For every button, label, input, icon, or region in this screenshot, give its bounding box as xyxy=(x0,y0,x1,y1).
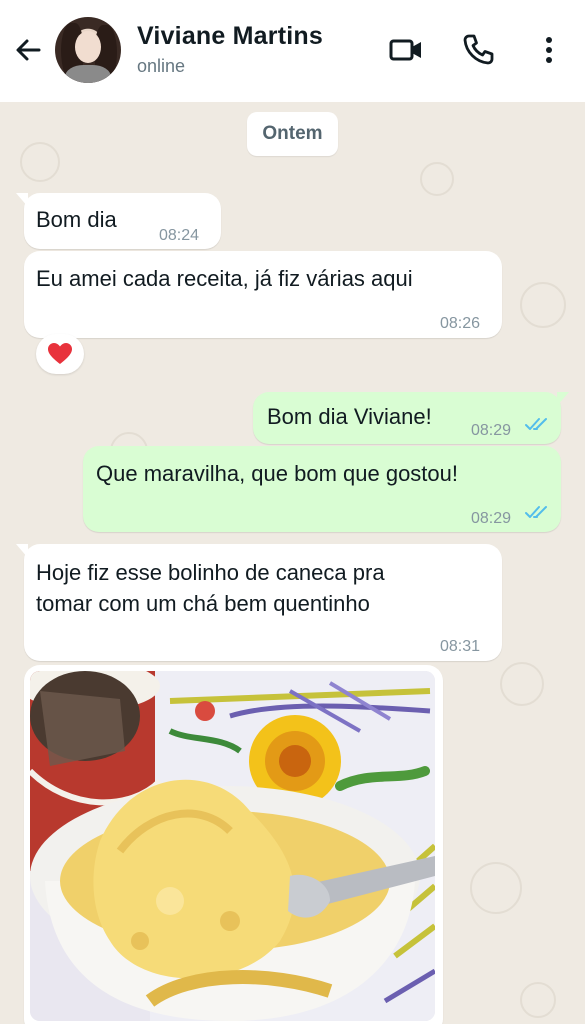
arrow-left-icon[interactable] xyxy=(12,34,44,66)
reaction-badge[interactable] xyxy=(36,334,84,374)
message-incoming[interactable]: Hoje fiz esse bolinho de caneca pra toma… xyxy=(16,544,502,661)
message-text: Que maravilha, que bom que gostou! xyxy=(96,461,459,486)
message-outgoing[interactable]: Que maravilha, que bom que gostou! 08:29 xyxy=(83,446,561,532)
contact-name[interactable]: Viviane Martins xyxy=(137,22,323,51)
avatar[interactable] xyxy=(55,17,121,83)
message-text: Bom dia xyxy=(36,207,117,232)
heart-icon xyxy=(48,343,72,364)
message-text: Bom dia Viviane! xyxy=(267,404,432,429)
message-incoming[interactable]: Bom dia 08:24 xyxy=(16,193,221,249)
contact-status: online xyxy=(137,56,186,76)
message-time: 08:26 xyxy=(440,315,481,332)
message-time: 08:29 xyxy=(471,510,512,527)
message-image[interactable] xyxy=(24,665,443,1024)
chat-header: Viviane Martins online xyxy=(0,0,585,102)
message-time: 08:29 xyxy=(471,422,512,439)
message-text-line: tomar com um chá bem quentinho xyxy=(36,591,370,616)
message-text-line: Hoje fiz esse bolinho de caneca pra xyxy=(36,560,385,585)
message-incoming[interactable]: Eu amei cada receita, já fiz várias aqui… xyxy=(24,251,502,338)
date-divider: Ontem xyxy=(247,112,338,156)
message-text: Eu amei cada receita, já fiz várias aqui xyxy=(36,266,413,291)
mug-cake-photo-illustration xyxy=(30,671,435,1021)
phone-icon[interactable] xyxy=(460,32,496,68)
video-call-icon[interactable] xyxy=(388,32,424,68)
chat-area[interactable]: Ontem Bom dia 08:24 Eu amei cada receita… xyxy=(0,102,585,1024)
cake-photo[interactable] xyxy=(30,671,435,1021)
message-outgoing[interactable]: Bom dia Viviane! 08:29 xyxy=(253,392,569,444)
more-vertical-icon[interactable] xyxy=(531,32,567,68)
message-time: 08:31 xyxy=(440,638,481,655)
double-check-icon xyxy=(525,418,547,430)
message-time: 08:24 xyxy=(159,227,200,244)
double-check-icon xyxy=(525,506,547,518)
